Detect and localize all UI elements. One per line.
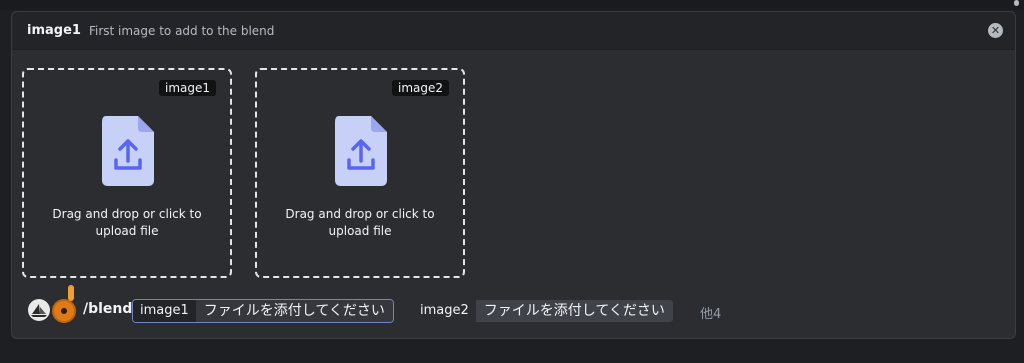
close-icon[interactable]: ✕ — [988, 23, 1003, 38]
dropzone-instructions: Drag and drop or click to upload file — [52, 207, 202, 238]
command-bar: /blend image1 ファイルを添付してください image2 ファイルを… — [28, 285, 998, 325]
attachment-option-panel: image1 First image to add to the blend ✕… — [11, 11, 1016, 339]
command-name: /blend — [83, 301, 133, 317]
top-strip — [0, 0, 1024, 10]
upload-file-icon — [102, 116, 154, 186]
option-description: First image to add to the blend — [88, 23, 275, 38]
option-key: image2 — [413, 300, 476, 322]
option-chip-image1[interactable]: image1 ファイルを添付してください — [132, 299, 394, 323]
dropzone-tag: image1 — [158, 80, 216, 96]
dropzone-tag: image2 — [391, 80, 449, 96]
app-avatar — [52, 299, 76, 323]
upload-file-icon — [335, 116, 387, 186]
option-value: ファイルを添付してください — [475, 300, 673, 322]
bot-avatar — [28, 299, 50, 321]
option-name: image1 — [27, 23, 81, 38]
panel-header: image1 First image to add to the blend ✕ — [12, 12, 1015, 50]
sailboat-icon — [31, 304, 47, 317]
scrollbar-thumb[interactable] — [1014, 0, 1019, 6]
mention-marker — [68, 285, 74, 301]
option-key: image1 — [133, 300, 196, 322]
more-options-label[interactable]: 他4 — [700, 303, 721, 322]
dropzone-image1[interactable]: image1 Drag and drop or click to upload … — [22, 68, 232, 278]
dropzone-instructions: Drag and drop or click to upload file — [285, 207, 435, 238]
option-chip-image2[interactable]: image2 ファイルを添付してください — [412, 299, 674, 323]
option-value: ファイルを添付してください — [195, 300, 393, 322]
dropzone-image2[interactable]: image2 Drag and drop or click to upload … — [255, 68, 465, 278]
